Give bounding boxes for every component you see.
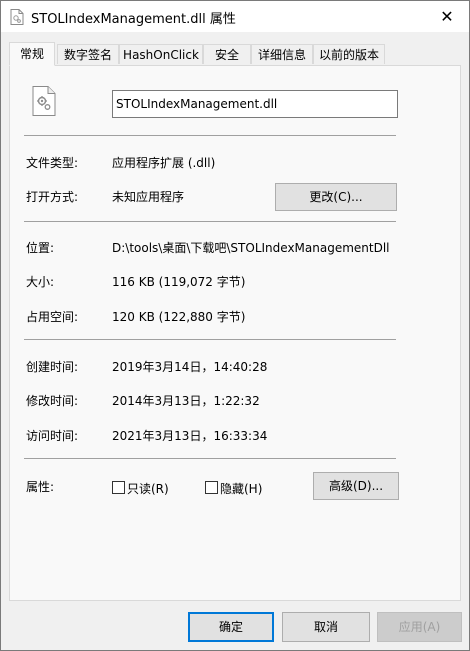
file-type-value: 应用程序扩展 (.dll): [112, 156, 216, 170]
location-label: 位置:: [26, 241, 55, 255]
readonly-label[interactable]: 只读(R): [127, 480, 169, 497]
hidden-checkbox[interactable]: [205, 481, 218, 494]
separator: [24, 339, 396, 340]
modified-label: 修改时间:: [26, 394, 79, 408]
properties-window: STOLIndexManagement.dll 属性 ✕ 常规 数字签名 Has…: [0, 0, 470, 651]
accessed-value: 2021年3月13日，16:33:34: [112, 429, 268, 443]
title-bar[interactable]: STOLIndexManagement.dll 属性 ✕: [1, 1, 469, 32]
separator: [24, 458, 396, 459]
tab-bar: 常规 数字签名 HashOnClick 安全 详细信息 以前的版本: [9, 42, 461, 66]
created-label: 创建时间:: [26, 360, 79, 374]
readonly-checkbox[interactable]: [112, 481, 125, 494]
separator: [24, 221, 396, 222]
attributes-label: 属性:: [26, 480, 55, 494]
size-label: 大小:: [26, 275, 55, 289]
tab-hashonclick[interactable]: HashOnClick: [119, 44, 203, 64]
file-type-label: 文件类型:: [26, 156, 79, 170]
file-icon: [10, 9, 24, 25]
created-value: 2019年3月14日，14:40:28: [112, 360, 268, 374]
size-on-disk-value: 120 KB (122,880 字节): [112, 310, 246, 324]
cancel-button[interactable]: 取消: [282, 612, 370, 642]
file-name-input[interactable]: [112, 90, 398, 118]
hidden-label[interactable]: 隐藏(H): [220, 480, 262, 497]
separator: [24, 135, 396, 136]
modified-value: 2014年3月13日，1:22:32: [112, 394, 260, 408]
general-panel: 文件类型: 应用程序扩展 (.dll) 打开方式: 未知应用程序 更改(C)..…: [9, 65, 461, 601]
tab-details[interactable]: 详细信息: [251, 44, 313, 64]
opens-with-value: 未知应用程序: [112, 190, 185, 204]
change-button[interactable]: 更改(C)...: [275, 183, 397, 211]
apply-button[interactable]: 应用(A): [377, 612, 462, 642]
window-title: STOLIndexManagement.dll 属性: [31, 12, 236, 27]
dll-file-icon: [32, 86, 56, 116]
location-value: D:\tools\桌面\下载吧\STOLIndexManagementDll: [112, 241, 390, 255]
opens-with-label: 打开方式:: [26, 190, 79, 204]
accessed-label: 访问时间:: [26, 429, 79, 443]
tab-digital-signatures[interactable]: 数字签名: [57, 44, 119, 64]
close-icon: ✕: [440, 7, 454, 26]
tab-security[interactable]: 安全: [203, 44, 251, 64]
size-on-disk-label: 占用空间:: [26, 310, 79, 324]
size-value: 116 KB (119,072 字节): [112, 275, 246, 289]
tab-previous-versions[interactable]: 以前的版本: [313, 44, 385, 64]
tab-general[interactable]: 常规: [9, 42, 55, 66]
advanced-button[interactable]: 高级(D)...: [313, 472, 399, 500]
ok-button[interactable]: 确定: [188, 612, 274, 642]
close-button[interactable]: ✕: [437, 7, 457, 27]
